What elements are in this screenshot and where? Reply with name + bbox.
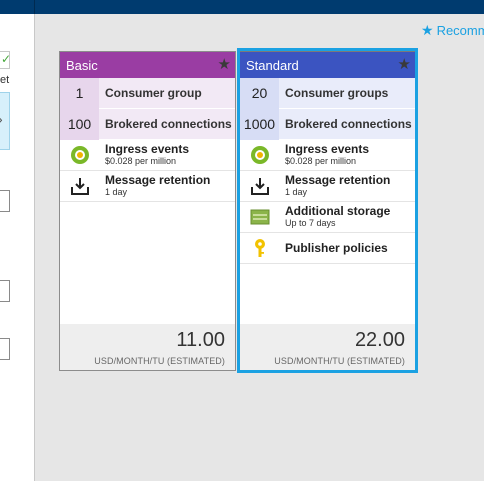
quantity-value: 20	[240, 77, 279, 109]
price-footer: 22.00 USD/MONTH/TU (ESTIMATED)	[240, 324, 415, 370]
feature-row: Ingress events $0.028 per million	[240, 140, 415, 171]
quantity-label: Consumer groups	[285, 86, 389, 100]
pricing-tier-standard[interactable]: Standard ★ 20 Consumer groups 1000 Broke…	[239, 51, 416, 371]
tier-header: Basic ★	[60, 52, 235, 78]
top-bar-divider	[34, 0, 35, 14]
left-input-field-1[interactable]	[0, 190, 10, 212]
star-icon: ★	[421, 22, 434, 38]
quantity-row: 20 Consumer groups	[240, 77, 415, 109]
tier-name: Standard	[246, 58, 299, 73]
price-value: 22.00	[354, 329, 405, 351]
additional-storage-icon	[240, 209, 279, 225]
publisher-policies-icon	[240, 238, 279, 258]
left-blade-panel: ✓ et ›	[0, 14, 35, 481]
tier-name: Basic	[66, 58, 98, 73]
feature-title: Publisher policies	[285, 240, 388, 255]
feature-subtitle: $0.028 per million	[105, 156, 177, 166]
feature-row: Message retention 1 day	[60, 171, 235, 202]
chevron-right-icon: ›	[0, 111, 3, 127]
feature-subtitle: Up to 7 days	[285, 218, 336, 228]
left-panel-text: et	[0, 74, 10, 86]
recommended-label: Recomm	[436, 23, 484, 38]
selected-blade-item[interactable]: ›	[0, 92, 10, 150]
quantity-value: 1	[60, 77, 99, 109]
feature-row: Publisher policies	[240, 233, 415, 264]
feature-title: Ingress events	[105, 142, 190, 156]
quantity-label: Consumer group	[105, 86, 202, 100]
feature-title: Message retention	[285, 173, 391, 187]
quantity-row: 1000 Brokered connections	[240, 108, 415, 140]
feature-row: Message retention 1 day	[240, 171, 415, 202]
quantity-label: Brokered connections	[105, 117, 232, 131]
feature-title: Ingress events	[285, 142, 370, 156]
message-retention-icon	[60, 176, 99, 196]
quantity-value: 100	[60, 108, 99, 140]
feature-subtitle: 1 day	[105, 187, 128, 197]
feature-title: Message retention	[105, 173, 211, 187]
feature-row: Additional storage Up to 7 days	[240, 202, 415, 233]
feature-subtitle: $0.028 per million	[285, 156, 357, 166]
feature-title: Additional storage	[285, 204, 391, 218]
feature-row: Ingress events $0.028 per million	[60, 140, 235, 171]
recommended-link[interactable]: ★ Recomm	[421, 22, 484, 39]
feature-subtitle: 1 day	[285, 187, 308, 197]
quantity-value: 1000	[240, 108, 279, 140]
pricing-tier-basic[interactable]: Basic ★ 1 Consumer group 100 Brokered co…	[59, 51, 236, 371]
ingress-events-icon	[60, 145, 99, 165]
price-footer: 11.00 USD/MONTH/TU (ESTIMATED)	[60, 324, 235, 370]
price-unit: USD/MONTH/TU (ESTIMATED)	[94, 356, 225, 366]
message-retention-icon	[240, 176, 279, 196]
ingress-events-icon	[240, 145, 279, 165]
left-input-field-2[interactable]	[0, 280, 10, 302]
top-bar	[0, 0, 484, 14]
quantity-row: 1 Consumer group	[60, 77, 235, 109]
tier-header: Standard ★	[240, 52, 415, 78]
star-icon: ★	[217, 56, 231, 73]
checkmark-icon[interactable]: ✓	[0, 51, 11, 69]
quantity-label: Brokered connections	[285, 117, 412, 131]
left-input-field-3[interactable]	[0, 338, 10, 360]
quantity-row: 100 Brokered connections	[60, 108, 235, 140]
star-icon: ★	[397, 56, 411, 73]
price-value: 11.00	[176, 329, 225, 351]
price-unit: USD/MONTH/TU (ESTIMATED)	[274, 356, 405, 366]
